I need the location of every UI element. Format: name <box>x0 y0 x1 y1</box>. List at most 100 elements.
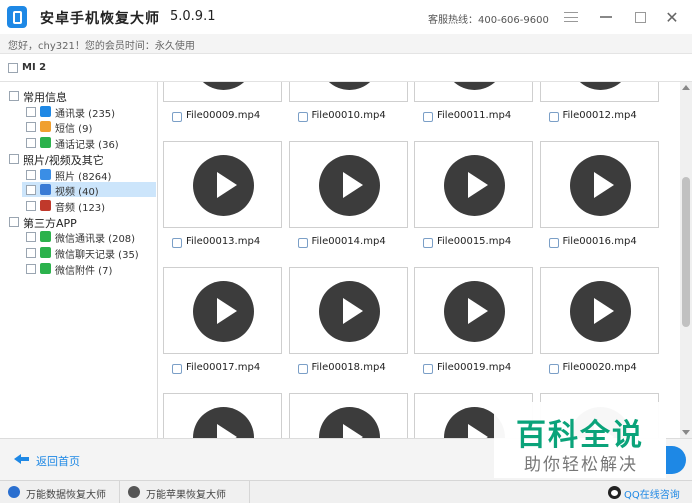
data-recovery-icon <box>8 486 20 498</box>
user-info-bar: 您好，chy321！您的会员时间：永久使用 <box>0 34 692 54</box>
maximize-button[interactable] <box>631 8 649 26</box>
item-label: 微信通讯录 (208) <box>55 234 136 246</box>
video-thumbnail[interactable] <box>163 141 282 228</box>
video-thumbnail[interactable] <box>163 393 282 438</box>
tree-item[interactable]: 微信聊天记录 (35) <box>0 245 158 261</box>
wechat-icon <box>40 231 51 243</box>
group-label: 第三方APP <box>23 216 77 230</box>
file-checkbox[interactable] <box>423 238 433 248</box>
device-checkbox[interactable] <box>8 63 18 73</box>
group-checkbox[interactable] <box>9 216 19 227</box>
item-checkbox[interactable] <box>26 248 36 258</box>
item-checkbox[interactable] <box>26 106 36 117</box>
video-thumbnail[interactable] <box>414 141 533 228</box>
video-thumbnail[interactable] <box>414 82 533 102</box>
video-thumbnail[interactable] <box>288 82 408 102</box>
status-item-label: 万能数据恢复大师 <box>26 490 106 501</box>
file-name: File00009.mp4 <box>186 110 261 121</box>
file-checkbox[interactable] <box>297 238 308 248</box>
play-icon <box>444 281 505 342</box>
item-label: 微信附件 (7) <box>55 265 113 277</box>
file-name: File00018.mp4 <box>311 362 386 373</box>
tree-item[interactable]: 音频 (123) <box>0 198 158 214</box>
item-checkbox[interactable] <box>26 200 36 211</box>
menu-icon[interactable] <box>562 8 580 26</box>
video-thumbnail[interactable] <box>414 267 533 354</box>
play-icon <box>569 155 631 216</box>
tree-item[interactable]: 短信 (9) <box>0 119 158 135</box>
group-label: 照片/视频及其它 <box>23 153 104 167</box>
tree-group[interactable]: 第三方APP <box>0 214 158 230</box>
video-thumbnail[interactable] <box>539 267 659 354</box>
tree-item[interactable]: 微信通讯录 (208) <box>0 229 158 246</box>
tree-item[interactable]: 微信附件 (7) <box>0 261 158 277</box>
play-icon <box>193 281 254 342</box>
minimize-button[interactable] <box>597 8 615 26</box>
file-checkbox[interactable] <box>172 112 182 122</box>
item-checkbox[interactable] <box>26 138 36 149</box>
status-bar: 万能数据恢复大师 万能苹果恢复大师 QQ在线咨询 <box>0 480 692 503</box>
file-checkbox[interactable] <box>423 364 433 374</box>
file-checkbox[interactable] <box>548 112 559 122</box>
scroll-down-icon[interactable] <box>682 430 690 435</box>
play-icon <box>193 155 254 216</box>
tree-item[interactable]: 通话记录 (36) <box>0 135 158 152</box>
item-checkbox[interactable] <box>26 169 36 180</box>
watermark: 百科全说 助你轻松解决 <box>494 402 666 478</box>
file-name: File00011.mp4 <box>437 110 512 121</box>
item-checkbox[interactable] <box>26 232 36 243</box>
play-icon <box>318 82 380 90</box>
video-thumbnail[interactable] <box>539 141 659 228</box>
file-checkbox[interactable] <box>297 364 308 374</box>
group-label: 常用信息 <box>23 91 67 104</box>
video-thumbnail[interactable] <box>288 267 408 354</box>
tree-group[interactable]: 常用信息 <box>0 88 158 104</box>
play-icon <box>569 281 631 342</box>
back-home-link[interactable]: 返回首页 <box>36 453 80 469</box>
tree-item[interactable]: 照片 (8264) <box>0 167 158 183</box>
file-name: File00015.mp4 <box>437 236 512 247</box>
item-label: 通话记录 (36) <box>55 140 119 152</box>
status-item-apple-recovery[interactable]: 万能苹果恢复大师 <box>120 481 250 503</box>
item-checkbox[interactable] <box>26 263 36 274</box>
group-checkbox[interactable] <box>9 153 19 164</box>
item-checkbox[interactable] <box>26 122 36 133</box>
item-checkbox[interactable] <box>26 185 36 196</box>
back-arrow-icon[interactable] <box>14 453 29 465</box>
wechat-icon <box>40 262 51 274</box>
close-button[interactable]: ✕ <box>663 8 681 27</box>
video-thumbnail[interactable] <box>163 82 282 102</box>
video-thumbnail[interactable] <box>288 141 408 228</box>
item-label: 视频 (40) <box>55 187 99 199</box>
file-checkbox[interactable] <box>297 112 308 122</box>
play-icon <box>318 407 380 438</box>
group-checkbox[interactable] <box>9 91 19 101</box>
file-checkbox[interactable] <box>548 364 559 374</box>
file-name: File00020.mp4 <box>562 362 637 373</box>
tree-item[interactable]: 通讯录 (235) <box>0 104 158 120</box>
video-thumbnail[interactable] <box>163 267 282 354</box>
photo-icon <box>40 168 51 180</box>
file-name: File00014.mp4 <box>311 236 386 247</box>
file-name: File00010.mp4 <box>311 110 386 121</box>
file-checkbox[interactable] <box>423 112 433 122</box>
scroll-thumb[interactable] <box>682 177 690 327</box>
phone-icon <box>40 137 51 149</box>
tree-group[interactable]: 照片/视频及其它 <box>0 151 158 167</box>
service-hotline: 客服热线：400-606-9600 <box>428 15 549 26</box>
device-bar: MI 2 <box>0 55 692 82</box>
grid-scrollbar[interactable] <box>680 82 692 438</box>
tree-item[interactable]: 视频 (40) <box>22 182 156 199</box>
file-checkbox[interactable] <box>548 238 559 248</box>
play-icon <box>318 155 380 216</box>
video-thumbnail[interactable] <box>288 393 408 438</box>
file-checkbox[interactable] <box>172 238 182 248</box>
status-item-data-recovery[interactable]: 万能数据恢复大师 <box>0 481 120 503</box>
scroll-up-icon[interactable] <box>682 85 690 90</box>
wechat-icon <box>40 247 51 258</box>
item-label: 音频 (123) <box>55 202 106 214</box>
video-thumbnail[interactable] <box>539 82 659 102</box>
sms-icon <box>40 121 51 133</box>
item-label: 照片 (8264) <box>55 171 112 183</box>
file-checkbox[interactable] <box>172 364 182 374</box>
